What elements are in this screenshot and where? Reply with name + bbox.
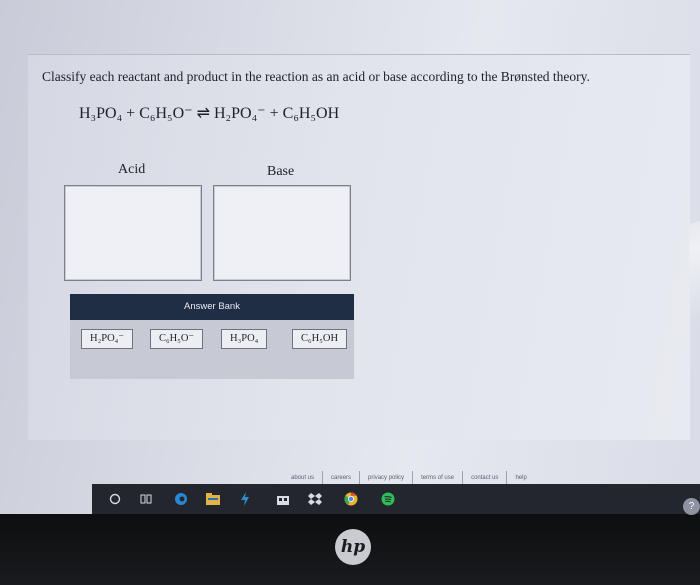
answer-tile[interactable]: H₂PO₄⁻: [81, 329, 133, 349]
plus-sign: +: [269, 105, 279, 122]
product-1: H₂PO₄⁻: [214, 105, 266, 122]
acid-label: Acid: [118, 162, 146, 177]
taskbar: [92, 484, 700, 514]
reactant-2: C₆H₅O⁻: [139, 105, 193, 122]
plus-sign: +: [126, 105, 136, 122]
base-dropzone[interactable]: [213, 185, 351, 281]
footer-link-contact[interactable]: contact us: [462, 471, 506, 485]
spotify-icon[interactable]: [381, 492, 395, 506]
question-panel: Classify each reactant and product in th…: [28, 54, 690, 440]
footer-link-terms[interactable]: terms of use: [412, 471, 462, 485]
footer-link-help[interactable]: help: [506, 471, 534, 485]
question-prompt: Classify each reactant and product in th…: [42, 69, 590, 84]
footer-links: about us careers privacy policy terms of…: [283, 471, 535, 485]
help-icon[interactable]: ?: [683, 498, 700, 515]
footer-link-careers[interactable]: careers: [322, 471, 359, 485]
chrome-icon[interactable]: [344, 492, 358, 506]
answer-bank-title: Answer Bank: [70, 294, 354, 320]
answer-bank: Answer Bank H₂PO₄⁻ C₆H₅O⁻ H₃PO₄ C₆H₅OH: [70, 294, 354, 379]
acid-dropzone[interactable]: [64, 185, 202, 281]
dropbox-icon[interactable]: [308, 492, 322, 506]
footer-link-privacy[interactable]: privacy policy: [359, 471, 412, 485]
reactant-1: H₃PO₄: [79, 105, 123, 122]
answer-tile[interactable]: C₆H₅OH: [292, 329, 348, 349]
cortana-icon[interactable]: [108, 492, 122, 506]
store-icon[interactable]: [276, 492, 290, 506]
reaction-equation: H₃PO₄ + C₆H₅O⁻ ⇌ H₂PO₄⁻ + C₆H₅OH: [79, 103, 339, 123]
answer-tile[interactable]: C₆H₅O⁻: [150, 329, 204, 349]
footer-link-about[interactable]: about us: [283, 471, 322, 485]
product-2: C₆H₅OH: [282, 105, 340, 122]
task-view-icon[interactable]: [139, 492, 153, 506]
edge-icon[interactable]: [174, 492, 188, 506]
equilibrium-arrow: ⇌: [196, 105, 210, 122]
file-explorer-icon[interactable]: [206, 492, 220, 506]
base-label: Base: [267, 164, 295, 179]
answer-tile[interactable]: H₃PO₄: [221, 329, 268, 349]
app-icon[interactable]: [238, 492, 252, 506]
hp-logo-text: hp: [340, 537, 366, 557]
monitor-screen: Classify each reactant and product in th…: [0, 0, 700, 520]
hp-logo: hp: [335, 529, 371, 565]
